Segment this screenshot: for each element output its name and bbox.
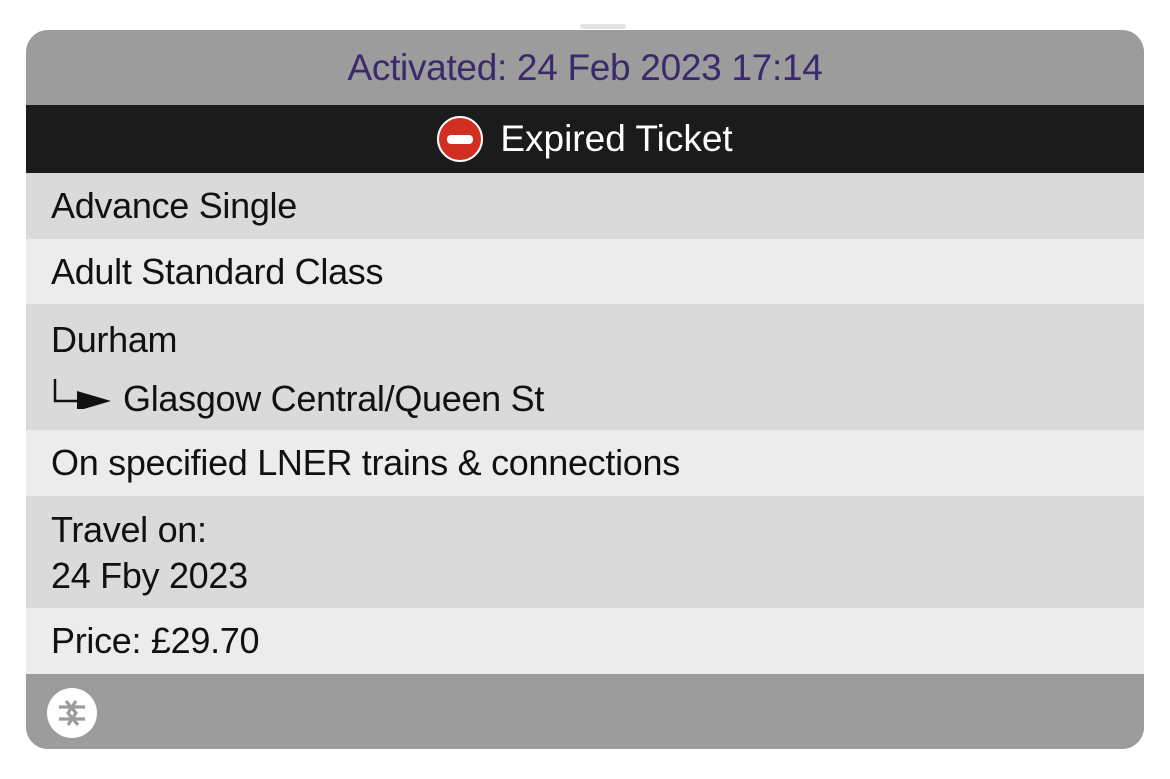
status-banner: Expired Ticket <box>26 105 1144 173</box>
destination-line: Glasgow Central/Queen St <box>51 377 544 421</box>
no-entry-icon <box>437 116 484 162</box>
passenger-class: Adult Standard Class <box>26 239 1144 304</box>
drag-handle[interactable] <box>580 24 626 29</box>
national-rail-logo <box>47 688 97 738</box>
ticket-type: Advance Single <box>26 173 1144 239</box>
ticket-price: Price: £29.70 <box>26 608 1144 674</box>
journey-stations: Durham Glasgow Central/Queen St <box>26 304 1144 430</box>
rail-arrows-icon <box>59 699 85 727</box>
travel-date-section: Travel on: 24 Fby 2023 <box>26 496 1144 608</box>
travel-date-value: 24 Fby 2023 <box>51 555 248 596</box>
ticket-footer <box>26 674 1144 749</box>
activated-timestamp: Activated: 24 Feb 2023 17:14 <box>347 46 823 88</box>
ticket-card: Activated: 24 Feb 2023 17:14 Expired Tic… <box>26 30 1144 749</box>
travel-date-label: Travel on: <box>51 509 207 550</box>
destination-station: Glasgow Central/Queen St <box>123 378 545 419</box>
status-label: Expired Ticket <box>500 118 733 159</box>
route-restriction: On specified LNER trains & connections <box>26 430 1144 496</box>
origin-station: Durham <box>51 319 178 360</box>
route-arrow-icon <box>53 379 111 409</box>
